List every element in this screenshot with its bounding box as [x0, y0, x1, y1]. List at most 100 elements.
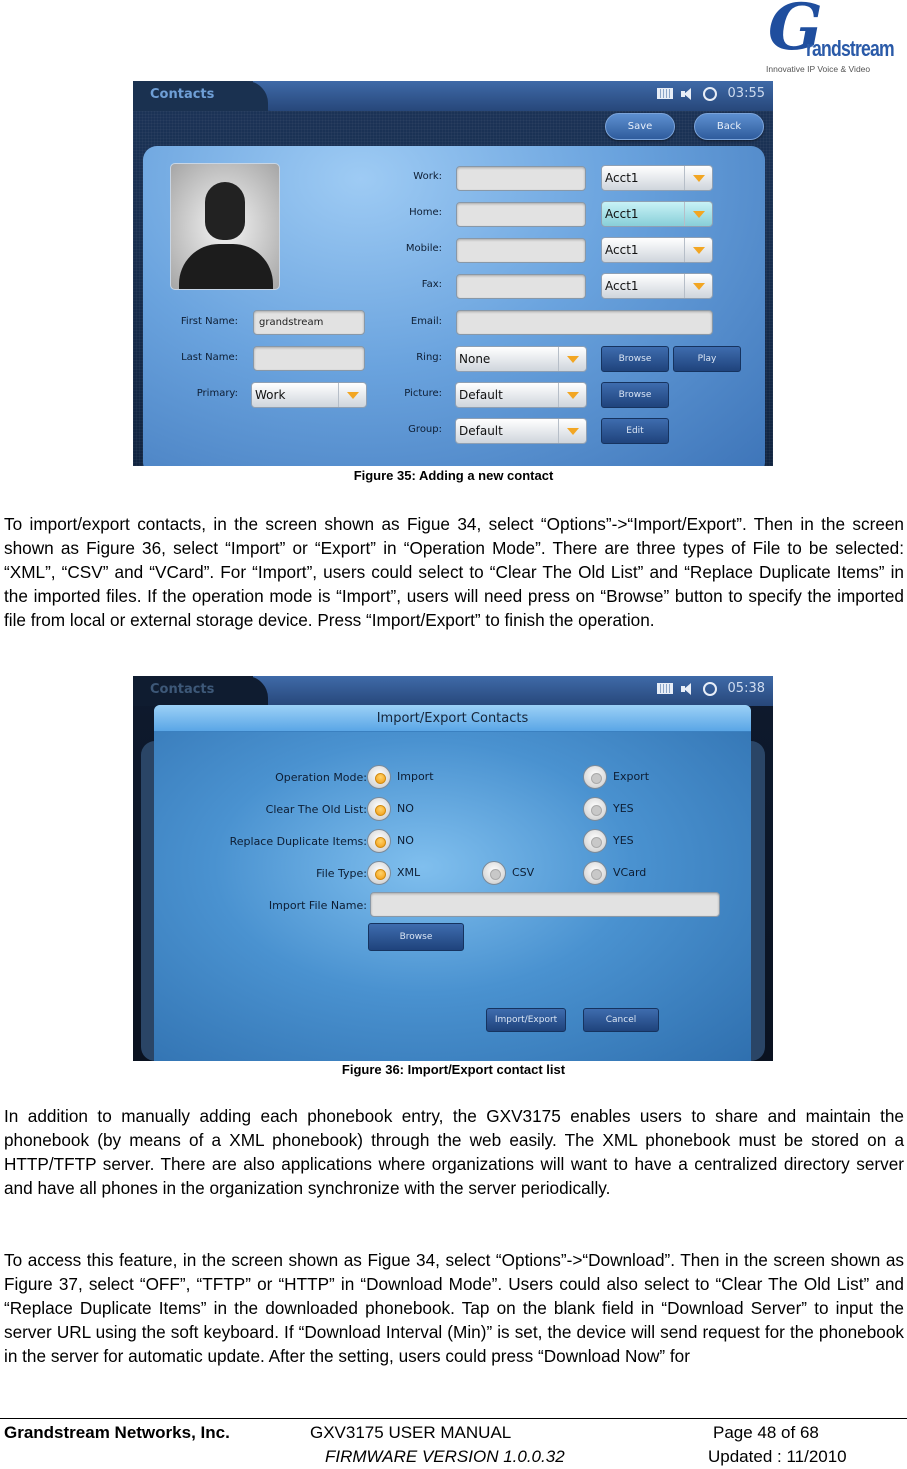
last-name-field[interactable] [253, 346, 365, 371]
ring-label: Ring: [416, 352, 442, 363]
clear-old-list-label: Clear The Old List: [265, 803, 367, 816]
import-export-dialog: Import/Export Contacts Operation Mode: I… [154, 705, 751, 1061]
figure-36-caption: Figure 36: Import/Export contact list [341, 1062, 566, 1077]
option-csv: CSV [512, 866, 535, 879]
footer-company: Grandstream Networks, Inc. [4, 1423, 230, 1442]
operation-mode-label: Operation Mode: [275, 771, 367, 784]
option-replace-no: NO [397, 834, 414, 847]
radio-export[interactable] [583, 765, 607, 789]
dialog-title: Import/Export Contacts [154, 705, 751, 732]
option-clear-no: NO [397, 802, 414, 815]
contact-photo[interactable] [170, 163, 280, 290]
browse-button[interactable]: Browse [368, 923, 464, 951]
avatar-head [205, 182, 245, 240]
back-button[interactable]: Back [694, 113, 764, 140]
clock: 05:38 [727, 681, 765, 696]
fax-account-dropdown[interactable]: Acct1 [601, 273, 713, 299]
chevron-down-icon [338, 383, 366, 407]
last-name-label: Last Name: [181, 352, 238, 363]
home-field[interactable] [456, 202, 586, 227]
speaker-icon[interactable] [680, 87, 696, 101]
chevron-down-icon [684, 166, 712, 190]
work-field[interactable] [456, 166, 586, 191]
footer-page: Page 48 of 68 [713, 1423, 819, 1442]
radio-xml[interactable] [367, 861, 391, 885]
group-label: Group: [408, 424, 442, 435]
ring-browse-button[interactable]: Browse [601, 346, 669, 372]
avatar-body [179, 244, 273, 289]
sync-icon[interactable] [702, 681, 717, 696]
import-export-button[interactable]: Import/Export [486, 1008, 566, 1032]
figure-35-caption: Figure 35: Adding a new contact [353, 468, 554, 483]
option-replace-yes: YES [613, 834, 634, 847]
file-type-label: File Type: [316, 867, 367, 880]
figure-36-screenshot: Contacts 05:38 Import/Export Contacts Op… [133, 676, 773, 1061]
keyboard-icon[interactable] [656, 88, 673, 99]
app-title: Contacts [150, 682, 215, 697]
primary-label: Primary: [196, 388, 238, 399]
email-field[interactable] [456, 310, 713, 335]
footer-updated: Updated : 11/2010 [708, 1447, 847, 1466]
home-account-dropdown[interactable]: Acct1 [601, 201, 713, 227]
paragraph-download: To access this feature, in the screen sh… [4, 1250, 904, 1366]
first-name-field[interactable]: grandstream [253, 310, 365, 335]
first-name-label: First Name: [180, 316, 238, 327]
status-area: 03:55 [656, 86, 765, 101]
chevron-down-icon [684, 238, 712, 262]
fax-label: Fax: [421, 279, 442, 290]
option-clear-yes: YES [613, 802, 634, 815]
chevron-down-icon [558, 383, 586, 407]
chevron-down-icon [558, 419, 586, 443]
app-title: Contacts [150, 87, 215, 102]
radio-clear-yes[interactable] [583, 797, 607, 821]
fax-field[interactable] [456, 274, 586, 299]
import-file-name-field[interactable] [370, 892, 720, 917]
work-account-dropdown[interactable]: Acct1 [601, 165, 713, 191]
logo-tagline: Innovative IP Voice & Video [766, 64, 871, 74]
footer-divider [0, 1418, 907, 1419]
replace-duplicate-label: Replace Duplicate Items: [229, 835, 367, 848]
group-edit-button[interactable]: Edit [601, 418, 669, 444]
radio-vcard[interactable] [583, 861, 607, 885]
radio-import[interactable] [367, 765, 391, 789]
primary-dropdown[interactable]: Work [251, 382, 367, 408]
radio-replace-no[interactable] [367, 829, 391, 853]
logo-wordmark: randstream [806, 36, 895, 61]
cancel-button[interactable]: Cancel [583, 1008, 659, 1032]
footer-firmware: FIRMWARE VERSION 1.0.0.32 [325, 1447, 565, 1466]
picture-browse-button[interactable]: Browse [601, 382, 669, 408]
mobile-account-dropdown[interactable]: Acct1 [601, 237, 713, 263]
figure-35-screenshot: Contacts 03:55 Save Back Work: Acct1 Hom… [133, 81, 773, 466]
footer-manual: GXV3175 USER MANUAL [310, 1423, 512, 1442]
mobile-label: Mobile: [405, 243, 442, 254]
email-label: Email: [410, 316, 442, 327]
save-button[interactable]: Save [605, 113, 675, 140]
picture-label: Picture: [404, 388, 442, 399]
option-import: Import [397, 770, 434, 783]
top-bar: Contacts 05:38 [133, 676, 773, 706]
ring-play-button[interactable]: Play [673, 346, 741, 372]
option-vcard: VCard [613, 866, 647, 879]
group-dropdown[interactable]: Default [455, 418, 587, 444]
option-export: Export [613, 770, 650, 783]
work-label: Work: [413, 171, 442, 182]
top-bar: Contacts 03:55 [133, 81, 773, 111]
clock: 03:55 [727, 86, 765, 101]
chevron-down-icon [684, 274, 712, 298]
radio-csv[interactable] [482, 861, 506, 885]
speaker-icon[interactable] [680, 682, 696, 696]
mobile-field[interactable] [456, 238, 586, 263]
home-label: Home: [409, 207, 442, 218]
picture-dropdown[interactable]: Default [455, 382, 587, 408]
import-file-name-label: Import File Name: [268, 899, 367, 912]
status-area: 05:38 [656, 681, 765, 696]
chevron-down-icon [684, 202, 712, 226]
paragraph-import-export: To import/export contacts, in the screen… [4, 514, 904, 630]
paragraph-phonebook-sharing: In addition to manually adding each phon… [4, 1106, 904, 1198]
keyboard-icon[interactable] [656, 683, 673, 694]
sync-icon[interactable] [702, 86, 717, 101]
radio-replace-yes[interactable] [583, 829, 607, 853]
chevron-down-icon [558, 347, 586, 371]
ring-dropdown[interactable]: None [455, 346, 587, 372]
radio-clear-no[interactable] [367, 797, 391, 821]
